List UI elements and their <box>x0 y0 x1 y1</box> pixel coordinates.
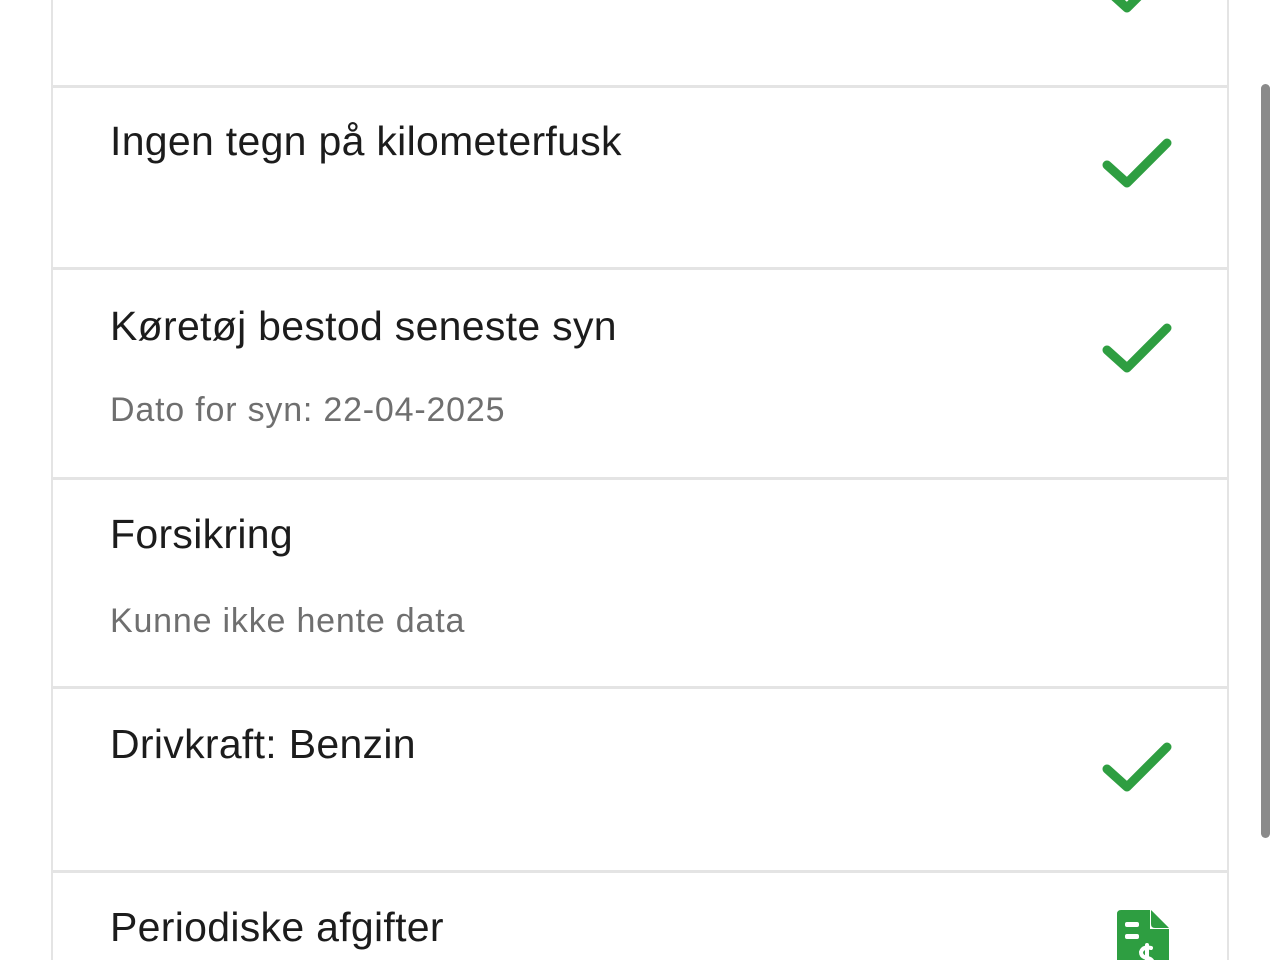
row-title: Drivkraft: Benzin <box>110 721 416 767</box>
list-item-periodic-fees[interactable]: Periodiske afgifter <box>53 873 1227 960</box>
row-title: Forsikring <box>110 511 293 557</box>
vehicle-report-screen: Ingen tegn på kilometerfusk Køretøj best… <box>0 0 1280 960</box>
list-item-inspection[interactable]: Køretøj bestod seneste syn Dato for syn:… <box>53 270 1227 480</box>
check-icon <box>1101 739 1173 795</box>
vehicle-check-list: Ingen tegn på kilometerfusk Køretøj best… <box>51 0 1229 960</box>
row-subtitle: Kunne ikke hente data <box>110 602 466 640</box>
vertical-scrollbar[interactable] <box>1261 84 1270 838</box>
check-icon <box>1101 135 1173 191</box>
list-item-fuel-type[interactable]: Drivkraft: Benzin <box>53 689 1227 873</box>
invoice-dollar-icon <box>1113 906 1173 960</box>
list-item-previous <box>53 0 1227 88</box>
list-item-insurance[interactable]: Forsikring Kunne ikke hente data <box>53 480 1227 689</box>
row-subtitle: Dato for syn: 22-04-2025 <box>110 391 506 429</box>
row-title: Ingen tegn på kilometerfusk <box>110 118 622 164</box>
row-title: Periodiske afgifter <box>110 904 444 950</box>
list-item-odometer-fraud[interactable]: Ingen tegn på kilometerfusk <box>53 88 1227 270</box>
check-icon <box>1101 320 1173 376</box>
check-icon <box>1101 0 1173 16</box>
row-title: Køretøj bestod seneste syn <box>110 303 617 349</box>
